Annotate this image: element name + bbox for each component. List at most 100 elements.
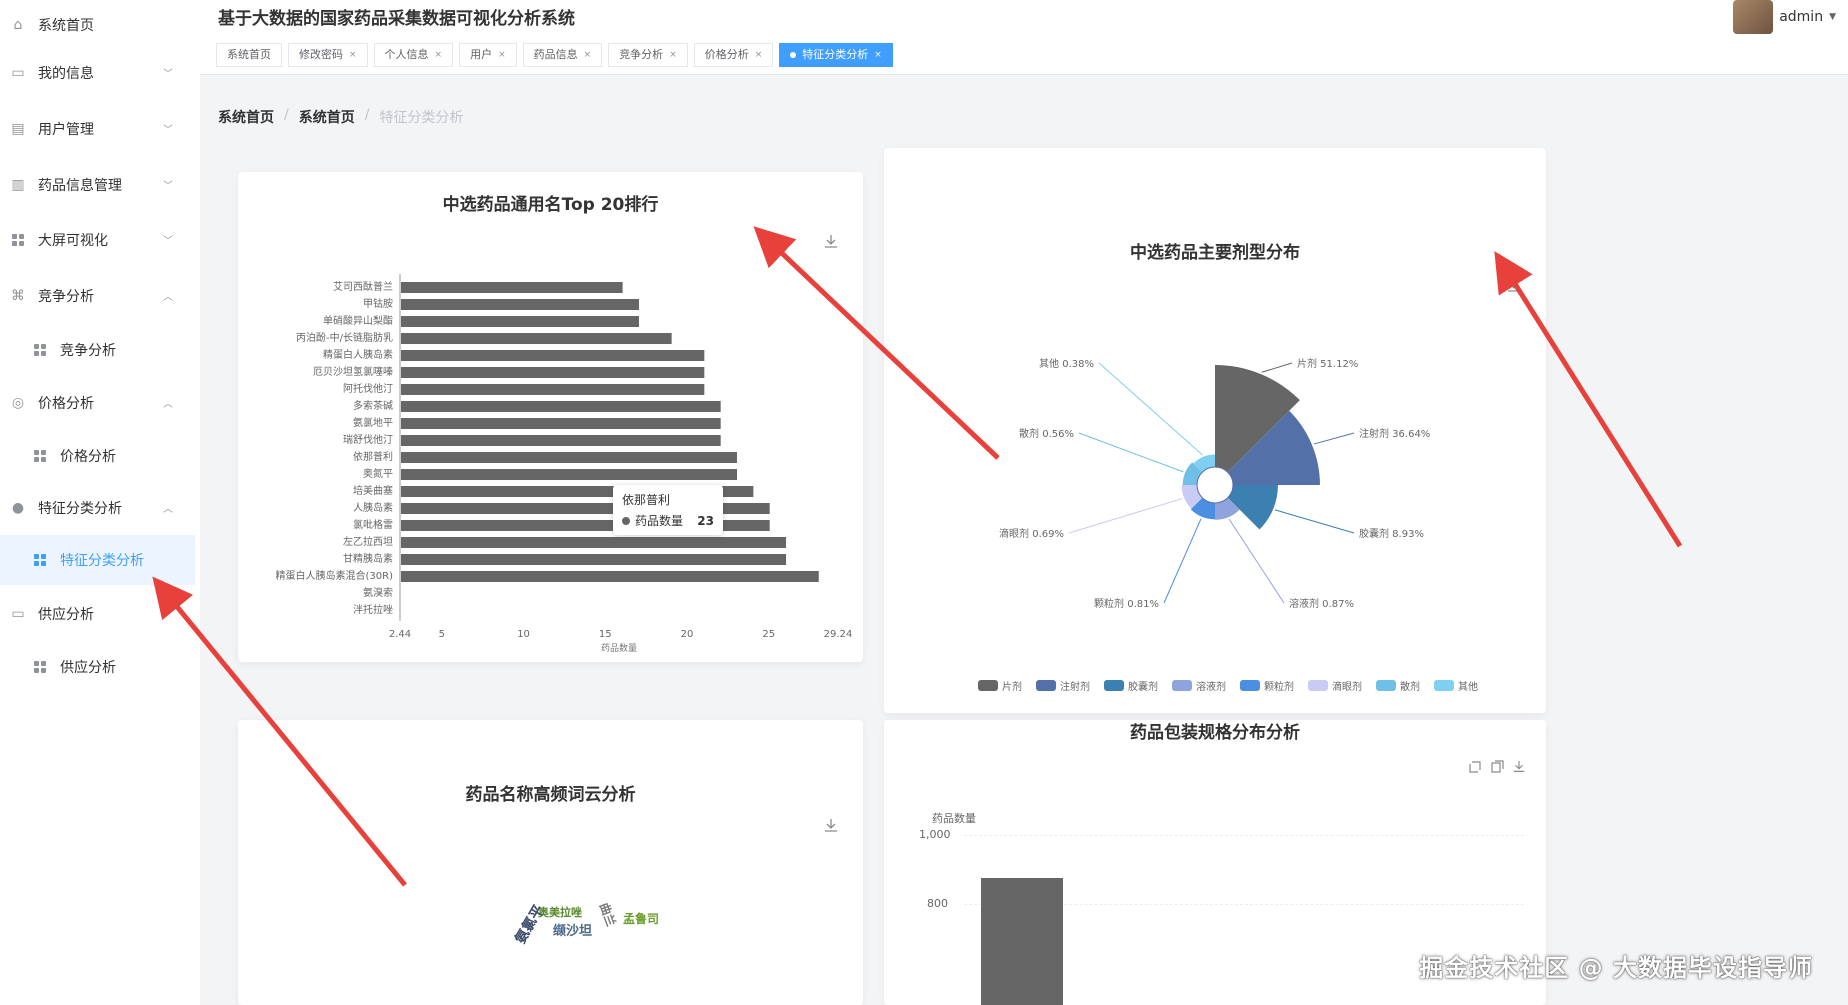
y-tick: 800 xyxy=(927,897,948,910)
tab-7[interactable]: 特征分类分析 × xyxy=(779,43,893,67)
sidebar-item-10[interactable]: 特征分类分析 xyxy=(0,535,195,585)
bar[interactable] xyxy=(401,571,819,582)
tab-5[interactable]: 竞争分析 × xyxy=(608,43,688,67)
label-line xyxy=(1163,518,1202,604)
close-icon[interactable]: × xyxy=(755,44,763,66)
sidebar-item-label: 竞争分析 xyxy=(60,343,116,359)
tab-1[interactable]: 修改密码 × xyxy=(288,43,368,67)
legend-swatch[interactable] xyxy=(1172,680,1192,691)
app-root: ⌂ 系统首页 ▭ 我的信息 ﹀ ▤ 用户管理 ﹀ ▥ 药品信息管理 ﹀ 大屏可视化 ﹀ ⌘ 竞争分析 ︿ 竞争分… xyxy=(0,0,1848,1005)
bar[interactable] xyxy=(401,537,787,548)
y-tick-label: 甘精胰岛素 xyxy=(343,552,393,565)
app-title: 基于大数据的国家药品采集数据可视化分析系统 xyxy=(218,9,575,29)
user-menu[interactable]: admin ▼ xyxy=(1733,0,1836,34)
sidebar-item-2[interactable]: ▤ 用户管理 ﹀ xyxy=(0,104,195,154)
sidebar-item-9[interactable]: ● 特征分类分析 ︿ xyxy=(0,483,195,533)
close-icon[interactable]: × xyxy=(584,44,592,66)
label-line xyxy=(1228,518,1285,604)
breadcrumb-item-home[interactable]: 系统首页 xyxy=(218,107,274,127)
sidebar-item-7[interactable]: ◎ 价格分析 ︿ xyxy=(0,378,195,428)
wordcloud-title: 药品名称高频词云分析 xyxy=(465,785,636,805)
tab-3[interactable]: 用户 × xyxy=(459,43,517,67)
avatar[interactable] xyxy=(1733,0,1774,34)
sidebar-item-0[interactable]: ⌂ 系统首页 xyxy=(0,0,195,50)
tab-label: 价格分析 xyxy=(704,48,749,61)
download-icon[interactable] xyxy=(823,818,839,834)
legend-label[interactable]: 溶液剂 xyxy=(1196,680,1226,693)
package-bar[interactable] xyxy=(981,878,1063,1005)
sidebar-item-label: 药品信息管理 xyxy=(38,178,122,194)
legend-label[interactable]: 片剂 xyxy=(1002,680,1022,693)
bar[interactable] xyxy=(401,452,738,463)
bar[interactable] xyxy=(401,418,721,429)
y-tick: 1,000 xyxy=(919,828,951,841)
breadcrumb-separator: / xyxy=(284,107,289,123)
breadcrumb: 系统首页 / 系统首页 / 特征分类分析 xyxy=(218,107,463,127)
tab-6[interactable]: 价格分析 × xyxy=(693,43,774,67)
y-tick-label: 培美曲塞 xyxy=(353,484,393,497)
sidebar-item-12[interactable]: 供应分析 xyxy=(0,642,195,692)
bar[interactable] xyxy=(401,333,672,344)
top20-bar-chart[interactable]: 艾司西酞普兰甲钴胺单硝酸异山梨酯丙泊酚-中/长链脂肪乳精蛋白人胰岛素厄贝沙坦氢氯… xyxy=(238,172,863,662)
restore-icon[interactable] xyxy=(1490,760,1504,774)
bar[interactable] xyxy=(401,350,705,361)
bar[interactable] xyxy=(401,554,787,565)
username[interactable]: admin xyxy=(1779,9,1823,25)
sidebar-item-1[interactable]: ▭ 我的信息 ﹀ xyxy=(0,48,195,98)
bar[interactable] xyxy=(401,316,639,327)
bar[interactable] xyxy=(401,401,721,412)
close-icon[interactable]: × xyxy=(435,44,443,66)
sidebar-item-5[interactable]: ⌘ 竞争分析 ︿ xyxy=(0,271,195,321)
legend-swatch[interactable] xyxy=(1376,680,1396,691)
y-tick-label: 精蛋白人胰岛素混合(30R) xyxy=(276,569,394,582)
legend-swatch[interactable] xyxy=(1308,680,1328,691)
close-icon[interactable]: × xyxy=(874,44,882,66)
legend-swatch[interactable] xyxy=(1434,680,1454,691)
x-tick-label: 5 xyxy=(439,629,445,640)
y-tick-label: 氯吡格雷 xyxy=(353,518,393,531)
legend-label[interactable]: 胶囊剂 xyxy=(1128,680,1158,693)
tab-2[interactable]: 个人信息 × xyxy=(373,43,454,67)
wordcloud-word: 曲兰 xyxy=(596,900,619,929)
tab-0[interactable]: 系统首页 xyxy=(216,43,282,67)
bar[interactable] xyxy=(401,282,623,293)
caret-down-icon[interactable]: ▼ xyxy=(1829,12,1836,22)
download-icon[interactable] xyxy=(1512,760,1526,774)
card-icon: ▭ xyxy=(11,65,25,81)
tab-bar: 系统首页 修改密码 × 个人信息 × 用户 × 药品信息 × 竞争分析 × 价格分析 × 特征分类分析 × xyxy=(216,43,893,67)
close-icon[interactable]: × xyxy=(669,44,677,66)
tab-label: 系统首页 xyxy=(227,48,271,61)
legend-swatch[interactable] xyxy=(1104,680,1124,691)
sidebar-item-8[interactable]: 价格分析 xyxy=(0,431,195,481)
sidebar-item-label: 价格分析 xyxy=(38,396,94,412)
zoom-icon[interactable] xyxy=(1468,760,1482,774)
legend-label[interactable]: 其他 xyxy=(1458,680,1478,693)
sidebar-item-3[interactable]: ▥ 药品信息管理 ﹀ xyxy=(0,160,195,210)
legend-label[interactable]: 滴眼剂 xyxy=(1332,680,1362,693)
bar[interactable] xyxy=(401,435,721,446)
bar[interactable] xyxy=(401,367,705,378)
legend-swatch[interactable] xyxy=(978,680,998,691)
legend-label[interactable]: 颗粒剂 xyxy=(1264,680,1294,693)
bar[interactable] xyxy=(401,299,639,310)
chevron-up-icon: ︿ xyxy=(163,504,173,515)
sidebar-item-11[interactable]: ▭ 供应分析 ﹀ xyxy=(0,589,195,639)
bar[interactable] xyxy=(401,469,738,480)
close-icon[interactable]: × xyxy=(349,44,357,66)
sidebar-item-label: 系统首页 xyxy=(38,18,94,34)
legend-label[interactable]: 散剂 xyxy=(1400,680,1420,693)
bar[interactable] xyxy=(401,384,705,395)
sidebar-item-6[interactable]: 竞争分析 xyxy=(0,325,195,375)
sidebar-item-4[interactable]: 大屏可视化 ﹀ xyxy=(0,215,195,265)
close-icon[interactable]: × xyxy=(498,44,506,66)
x-tick-label: 20 xyxy=(681,629,694,640)
tab-4[interactable]: 药品信息 × xyxy=(522,43,603,67)
slice-label: 滴眼剂 0.69% xyxy=(999,527,1064,540)
legend-swatch[interactable] xyxy=(1036,680,1056,691)
legend-label[interactable]: 注射剂 xyxy=(1060,680,1090,693)
sidebar: ⌂ 系统首页 ▭ 我的信息 ﹀ ▤ 用户管理 ﹀ ▥ 药品信息管理 ﹀ 大屏可视化 ﹀ ⌘ 竞争分析 ︿ 竞争分… xyxy=(0,0,200,1005)
legend-swatch[interactable] xyxy=(1240,680,1260,691)
dosage-rose-chart[interactable]: 片剂 51.12% 注射剂 36.64% 胶囊剂 8.93% 溶液剂 0.87% 颗粒剂… xyxy=(884,148,1546,713)
y-tick-label: 氨氯地平 xyxy=(353,416,393,429)
breadcrumb-item-home2[interactable]: 系统首页 xyxy=(299,107,355,127)
